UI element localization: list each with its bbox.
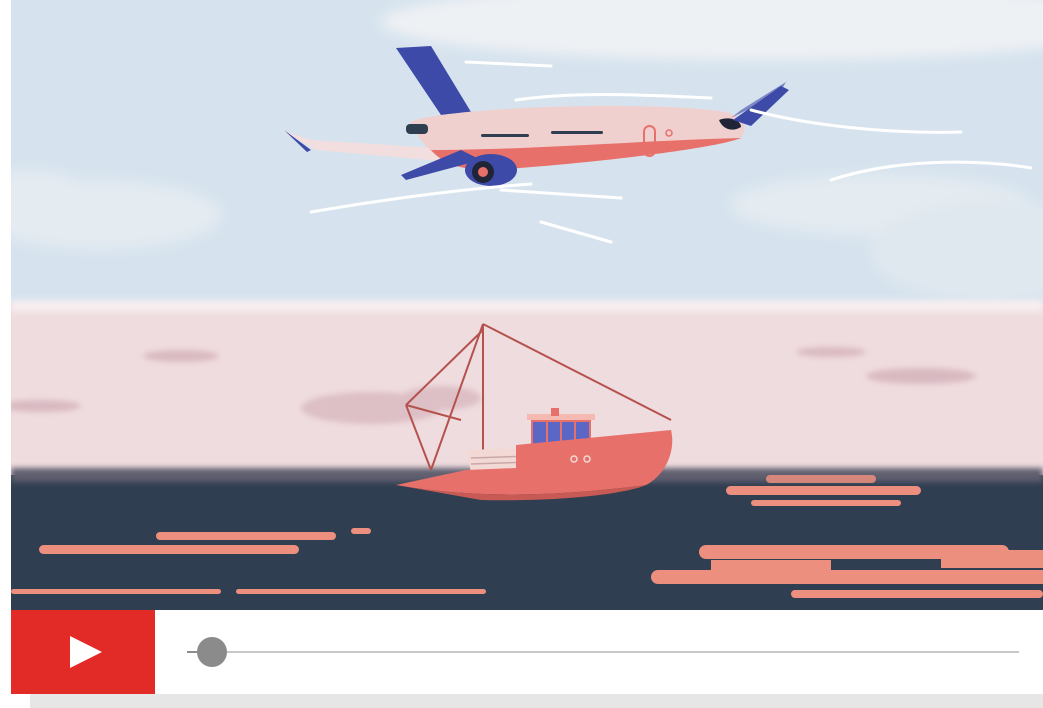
play-button[interactable] (11, 610, 155, 694)
bottom-strip (30, 694, 1043, 708)
play-icon (70, 636, 102, 668)
video-frame[interactable] (11, 0, 1043, 610)
control-bar (11, 610, 1043, 694)
video-scene (11, 0, 1043, 610)
seek-bar[interactable] (187, 637, 1019, 667)
video-player[interactable] (11, 0, 1043, 708)
seek-thumb[interactable] (196, 637, 227, 667)
